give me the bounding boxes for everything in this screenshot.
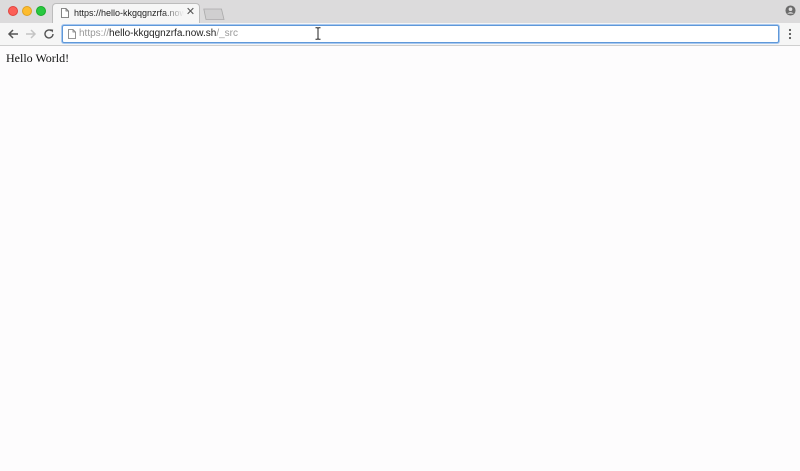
more-vert-icon[interactable] — [787, 27, 793, 41]
browser-toolbar: https://hello-kkgqgnzrfa.now.sh/_src — [0, 23, 800, 46]
arrow-left-icon[interactable] — [6, 27, 20, 41]
url-host: hello-kkgqgnzrfa.now.sh — [109, 28, 217, 39]
address-url[interactable]: https://hello-kkgqgnzrfa.now.sh/_src — [79, 28, 238, 40]
page-info-icon[interactable] — [68, 29, 76, 39]
text-cursor-icon — [315, 27, 321, 40]
new-tab-button[interactable] — [203, 8, 225, 20]
window-close-button[interactable] — [8, 6, 18, 16]
url-path: /_src — [216, 28, 238, 39]
arrow-right-icon[interactable] — [24, 27, 38, 41]
reload-icon[interactable] — [42, 27, 56, 41]
page-body-text: Hello World! — [6, 51, 70, 65]
title-bar: https://hello-kkgqgnzrfa.now.sh/_src ✕ — [0, 0, 800, 24]
page-content: Hello World! — [0, 46, 800, 471]
address-bar[interactable]: https://hello-kkgqgnzrfa.now.sh/_src — [62, 25, 779, 43]
window-maximize-button[interactable] — [36, 6, 46, 16]
tab-title: https://hello-kkgqgnzrfa.now.sh/_src — [74, 8, 184, 18]
window-minimize-button[interactable] — [22, 6, 32, 16]
browser-tab[interactable]: https://hello-kkgqgnzrfa.now.sh/_src ✕ — [52, 3, 200, 24]
tab-close-icon[interactable]: ✕ — [185, 7, 196, 18]
user-profile-icon[interactable] — [785, 5, 796, 16]
url-scheme: https:// — [79, 28, 110, 39]
document-icon — [61, 8, 69, 18]
